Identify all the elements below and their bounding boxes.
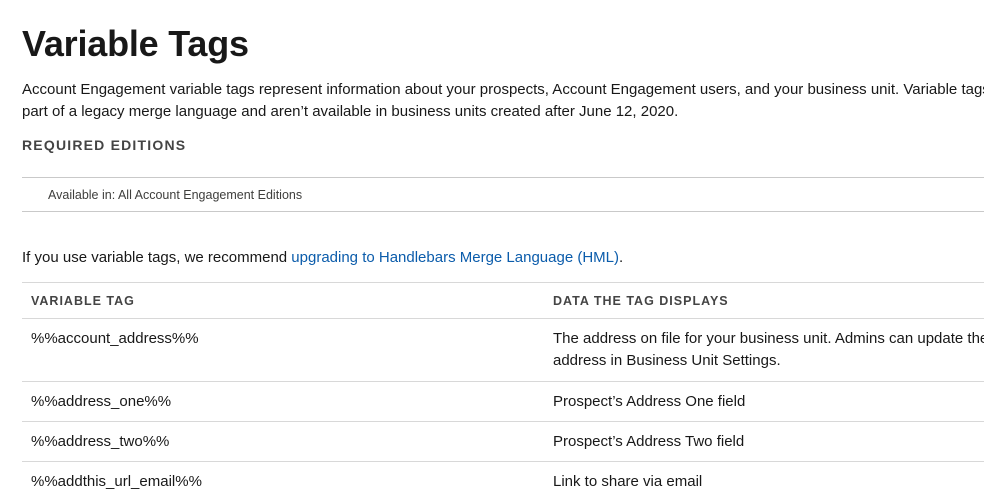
page-title: Variable Tags bbox=[22, 23, 249, 64]
variable-tag-cell: %%address_one%% bbox=[31, 393, 172, 410]
table-row: %%account_address%% The address on file … bbox=[22, 318, 984, 382]
tag-description-line: The address on file for your business un… bbox=[553, 330, 984, 347]
intro-paragraph: Account Engagement variable tags represe… bbox=[22, 79, 984, 123]
required-editions-heading: REQUIRED EDITIONS bbox=[22, 137, 187, 153]
intro-line-2: part of a legacy merge language and aren… bbox=[22, 103, 679, 120]
variable-tag-cell: %%addthis_url_email%% bbox=[31, 473, 202, 490]
table-header-row: VARIABLE TAG DATA THE TAG DISPLAYS bbox=[22, 282, 984, 319]
variable-tag-cell: %%account_address%% bbox=[31, 330, 199, 347]
recommendation-suffix: . bbox=[619, 249, 624, 266]
tag-description-line: Link to share via email bbox=[553, 473, 703, 490]
table-row: %%addthis_url_email%% Link to share via … bbox=[22, 461, 984, 500]
editions-availability-text: Available in: All Account Engagement Edi… bbox=[48, 188, 303, 202]
tag-description-line: address in Business Unit Settings. bbox=[553, 352, 781, 369]
table-row: %%address_two%% Prospect’s Address Two f… bbox=[22, 421, 984, 462]
tag-description-cell: Link to share via email bbox=[545, 462, 984, 500]
variable-tag-cell: %%address_two%% bbox=[31, 433, 170, 450]
tag-description-line: Prospect’s Address One field bbox=[553, 393, 746, 410]
required-editions-box: Available in: All Account Engagement Edi… bbox=[22, 177, 984, 212]
tag-description-cell: Prospect’s Address One field bbox=[545, 382, 984, 422]
content-area: Variable Tags Account Engagement variabl… bbox=[0, 0, 984, 500]
tag-description-cell: The address on file for your business un… bbox=[545, 319, 984, 382]
variable-tags-table: VARIABLE TAG DATA THE TAG DISPLAYS %%acc… bbox=[22, 282, 984, 500]
column-header-data-displayed: DATA THE TAG DISPLAYS bbox=[553, 294, 729, 308]
table-row: %%address_one%% Prospect’s Address One f… bbox=[22, 381, 984, 422]
recommendation-prefix: If you use variable tags, we recommend bbox=[22, 249, 292, 266]
intro-line-1: Account Engagement variable tags represe… bbox=[22, 81, 984, 98]
recommendation-text: If you use variable tags, we recommend u… bbox=[22, 248, 623, 268]
tag-description-cell: Prospect’s Address Two field bbox=[545, 422, 984, 462]
tag-description-line: Prospect’s Address Two field bbox=[553, 433, 745, 450]
column-header-variable-tag: VARIABLE TAG bbox=[31, 294, 135, 308]
hml-upgrade-link[interactable]: upgrading to Handlebars Merge Language (… bbox=[291, 249, 619, 266]
